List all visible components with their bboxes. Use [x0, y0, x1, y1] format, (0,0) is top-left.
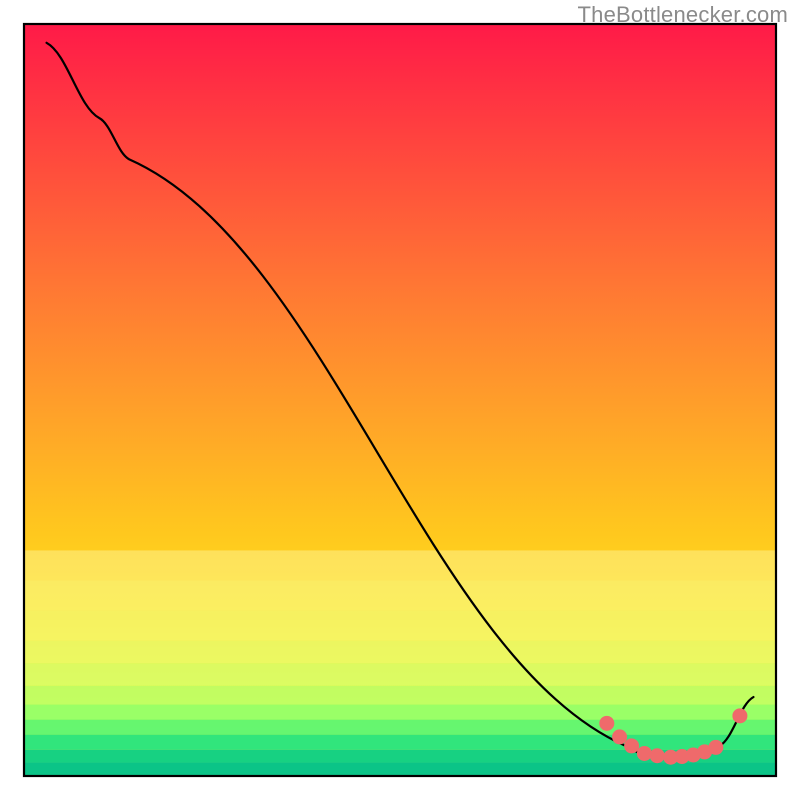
overlay-band [24, 663, 776, 686]
overlay-band [24, 641, 776, 664]
overlay-band [24, 580, 776, 610]
overlay-band [24, 735, 776, 750]
data-marker [624, 738, 639, 753]
overlay-band [24, 720, 776, 735]
chart-container: TheBottlenecker.com [0, 0, 800, 800]
overlay-band [24, 686, 776, 705]
data-marker [650, 748, 665, 763]
data-marker [732, 708, 747, 723]
attribution-text: TheBottlenecker.com [578, 2, 788, 28]
overlay-band [24, 550, 776, 580]
overlay-band [24, 705, 776, 720]
data-marker [599, 716, 614, 731]
overlay-band [24, 611, 776, 641]
data-marker [637, 746, 652, 761]
data-marker [612, 729, 627, 744]
bottleneck-chart [0, 0, 800, 800]
data-marker [708, 740, 723, 755]
overlay-band [24, 762, 776, 776]
